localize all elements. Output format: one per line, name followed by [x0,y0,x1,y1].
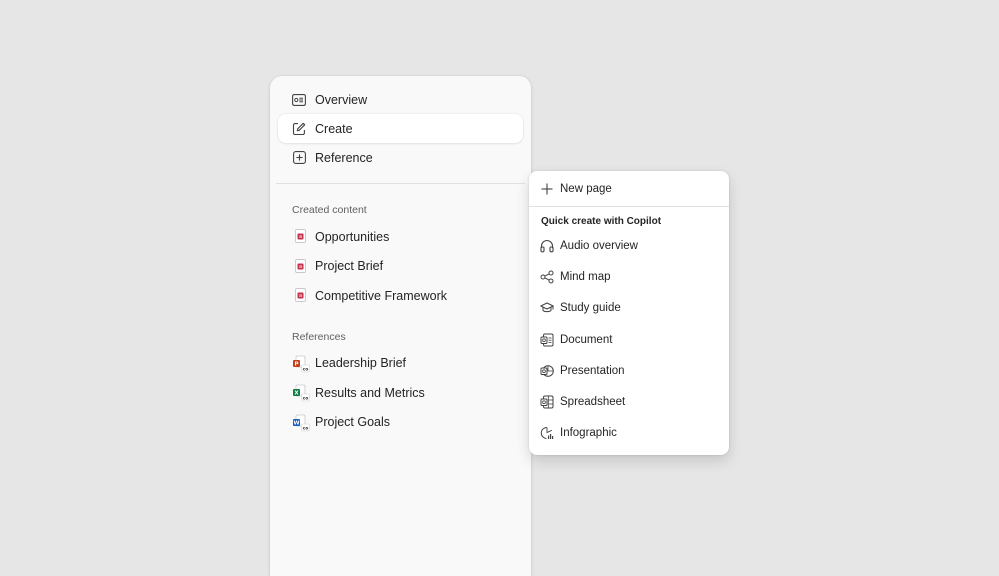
edit-icon [292,122,306,136]
copilot-spreadsheet-icon [540,395,554,409]
menu-item-mind-map[interactable]: Mind map [529,261,729,292]
reference-item-label: Project Goals [315,415,391,430]
reference-item-project-goals[interactable]: W co Project Goals [292,408,531,438]
references-list: P co Leadership Brief X co Results and M… [270,349,531,438]
create-menu: New page Quick create with Copilot Audio… [529,171,729,455]
menu-item-label: Audio overview [560,239,638,252]
reference-item-label: Leadership Brief [315,356,407,371]
reference-item-results-and-metrics[interactable]: X co Results and Metrics [292,378,531,408]
menu-item-label: Spreadsheet [560,396,626,409]
menu-item-infographic[interactable]: Infographic [529,418,729,449]
created-content-list: a Opportunities a Project Brief a Compet… [270,222,531,311]
navigation-panel: Overview Create Reference Created conten… [270,76,531,576]
nav-item-reference[interactable]: Reference [278,143,523,172]
page-icon: a [292,228,309,245]
graduation-cap-icon [540,301,554,315]
powerpoint-file-icon: P co [292,355,310,373]
svg-text:a: a [299,264,302,270]
menu-item-label: Infographic [560,427,617,440]
quick-create-heading: Quick create with Copilot [541,216,662,227]
menu-item-label: Mind map [560,270,611,283]
nav-item-label: Reference [315,150,373,165]
svg-text:a: a [299,234,302,240]
reference-item-leadership-brief[interactable]: P co Leadership Brief [292,349,531,379]
headphones-icon [540,239,554,253]
nav-divider [276,183,525,184]
created-content-heading: Created content [292,204,367,216]
created-item-label: Opportunities [315,229,390,244]
overview-icon [292,93,306,107]
svg-text:W: W [293,420,299,426]
word-file-icon: W co [292,414,310,432]
menu-item-study-guide[interactable]: Study guide [529,293,729,324]
menu-item-audio-overview[interactable]: Audio overview [529,230,729,261]
menu-item-spreadsheet[interactable]: Spreadsheet [529,386,729,417]
page-icon: a [292,287,309,304]
nav-item-create[interactable]: Create [278,114,523,143]
svg-text:P: P [294,361,298,367]
svg-text:co: co [303,397,309,402]
nav-item-label: Create [315,121,353,136]
page-icon: a [292,258,309,275]
reference-item-label: Results and Metrics [315,385,425,400]
copilot-presentation-icon [540,364,554,378]
nav-item-label: Overview [315,92,368,107]
new-page-label: New page [560,182,612,195]
add-square-icon [292,151,306,165]
references-heading: References [292,330,346,343]
nav-top-items: Overview Create Reference [270,76,531,172]
created-item-label: Competitive Framework [315,288,447,303]
created-item-opportunities[interactable]: a Opportunities [292,222,531,252]
excel-file-icon: X co [292,384,310,402]
svg-text:co: co [303,367,309,372]
created-item-project-brief[interactable]: a Project Brief [292,252,531,282]
created-item-competitive-framework[interactable]: a Competitive Framework [292,281,531,311]
mind-map-icon [540,270,554,284]
copilot-document-icon [540,333,554,347]
nav-item-overview[interactable]: Overview [278,85,523,114]
new-page-button[interactable]: New page [529,171,729,206]
created-item-label: Project Brief [315,259,384,274]
menu-item-label: Study guide [560,302,621,315]
menu-item-label: Document [560,333,613,346]
plus-icon [540,182,554,196]
menu-item-document[interactable]: Document [529,324,729,355]
svg-text:co: co [303,426,309,431]
menu-item-presentation[interactable]: Presentation [529,355,729,386]
infographic-icon [540,426,554,440]
menu-item-label: Presentation [560,364,625,377]
svg-text:a: a [299,293,302,299]
menu-divider [529,206,729,207]
